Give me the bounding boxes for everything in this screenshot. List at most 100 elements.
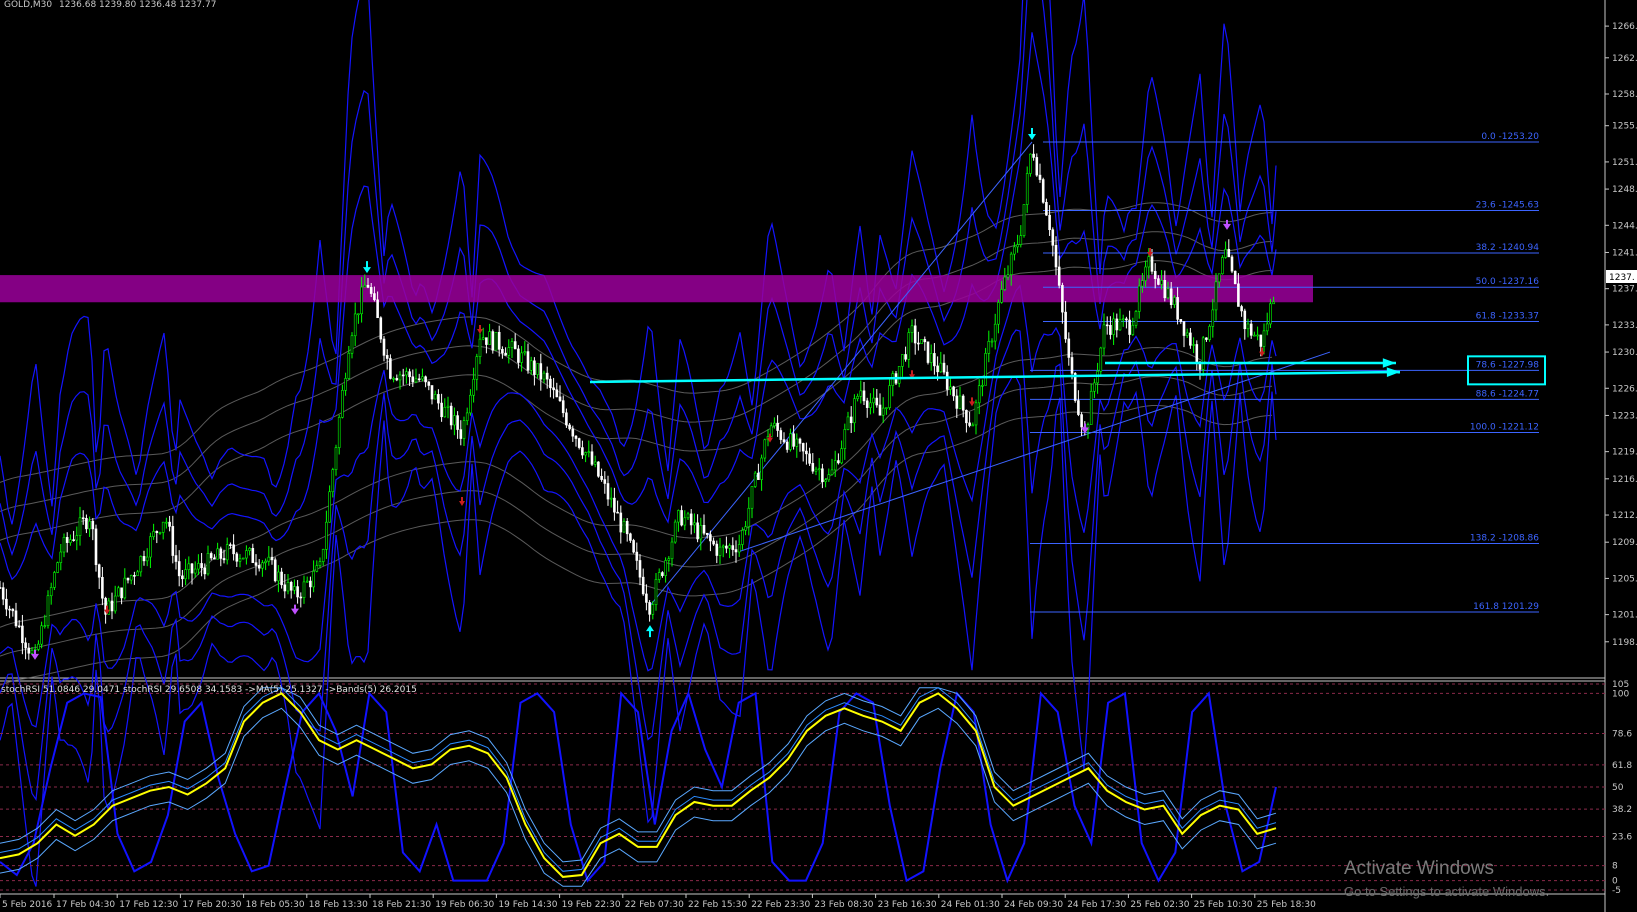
candle-body bbox=[1147, 256, 1151, 268]
candle-body bbox=[971, 424, 975, 427]
candle-body bbox=[62, 537, 66, 553]
candle-body bbox=[645, 593, 648, 603]
price-tick-label: 1255. bbox=[1612, 122, 1637, 132]
candle-body bbox=[997, 302, 1000, 325]
candle-body bbox=[1041, 179, 1045, 203]
candle-body bbox=[1013, 246, 1016, 255]
candle-body bbox=[910, 325, 914, 333]
candle-body bbox=[632, 540, 635, 553]
candle-body bbox=[24, 642, 27, 649]
candle-body bbox=[200, 563, 203, 569]
candle-body bbox=[424, 376, 427, 383]
price-tick-label: 1251. bbox=[1612, 158, 1637, 168]
candle-body bbox=[568, 424, 571, 430]
candle-body bbox=[427, 381, 431, 386]
candle-body bbox=[1096, 370, 1099, 384]
candle-body bbox=[1048, 214, 1051, 231]
candle-body bbox=[939, 362, 943, 373]
time-tick-label: 19 Feb 14:30 bbox=[498, 900, 557, 910]
candle-body bbox=[165, 521, 168, 524]
candle-body bbox=[792, 433, 795, 447]
candle-body bbox=[1032, 153, 1035, 158]
candle-body bbox=[734, 549, 738, 553]
time-tick-label: 23 Feb 16:30 bbox=[878, 900, 937, 910]
candle-body bbox=[542, 372, 546, 380]
candle-body bbox=[123, 577, 127, 599]
candle-body bbox=[251, 548, 255, 563]
time-tick-label: 24 Feb 01:30 bbox=[941, 900, 1000, 910]
candle-body bbox=[481, 337, 485, 340]
candle-body bbox=[1045, 202, 1048, 216]
price-chart[interactable]: 0.0 -1253.20 23.6 -1245.63 38.2 -1240.94 50… bbox=[0, 0, 1637, 912]
candle-body bbox=[517, 348, 520, 363]
candle-body bbox=[683, 517, 687, 526]
candle-body bbox=[456, 415, 459, 430]
fractal-arrows bbox=[31, 128, 1265, 660]
candle-body bbox=[961, 395, 965, 411]
gray-envelope-bands bbox=[0, 202, 1273, 686]
candle-body bbox=[501, 349, 504, 354]
candle-body bbox=[97, 564, 101, 578]
candle-body bbox=[603, 479, 607, 484]
fib-level-label: 138.2 -1208.86 bbox=[1470, 533, 1539, 543]
candle-body bbox=[689, 513, 693, 526]
candle-body bbox=[648, 602, 651, 615]
candle-body bbox=[555, 389, 559, 398]
candle-body bbox=[465, 412, 469, 421]
candle-body bbox=[497, 331, 501, 350]
candle-body bbox=[664, 560, 667, 576]
candle-body bbox=[581, 447, 584, 456]
price-tick-label: 1209. bbox=[1612, 538, 1637, 548]
candle-body bbox=[942, 362, 946, 373]
price-tick-label: 1258. bbox=[1612, 90, 1637, 100]
candle-body bbox=[430, 385, 434, 400]
candle-body bbox=[805, 450, 808, 455]
candle-body bbox=[808, 453, 811, 464]
candle-body bbox=[289, 581, 293, 591]
candle-body bbox=[181, 575, 184, 580]
candle-body bbox=[373, 293, 376, 301]
candle-body bbox=[385, 355, 389, 359]
candle-body bbox=[670, 541, 674, 560]
candle-body bbox=[709, 534, 712, 542]
candle-body bbox=[917, 342, 920, 345]
candle-body bbox=[718, 546, 722, 556]
blue-band-line bbox=[0, 32, 1277, 581]
candle-body bbox=[315, 565, 319, 572]
candle-body bbox=[1054, 244, 1058, 268]
candle-body bbox=[65, 537, 69, 543]
candle-body bbox=[785, 441, 789, 450]
candle-body bbox=[1, 587, 5, 600]
candle-body bbox=[929, 353, 933, 363]
candle-body bbox=[14, 610, 18, 627]
candle-body bbox=[347, 352, 351, 379]
candle-body bbox=[321, 549, 325, 562]
candle-body bbox=[597, 461, 600, 477]
candle-body bbox=[814, 468, 818, 472]
candle-body bbox=[539, 363, 543, 380]
candle-body bbox=[453, 415, 456, 426]
candle-body bbox=[21, 625, 24, 644]
candle-body bbox=[277, 571, 280, 582]
candle-body bbox=[152, 531, 155, 538]
candle-body bbox=[219, 548, 223, 559]
candle-body bbox=[1259, 334, 1263, 347]
candle-body bbox=[309, 580, 312, 588]
time-tick-label: 17 Feb 12:30 bbox=[119, 900, 178, 910]
candle-body bbox=[1233, 270, 1237, 285]
candle-body bbox=[1112, 318, 1115, 335]
candle-body bbox=[1221, 257, 1224, 275]
fractal-arrow-cyan bbox=[1028, 128, 1036, 140]
fib-level-label: 100.0 -1221.12 bbox=[1470, 422, 1539, 432]
candle-body bbox=[654, 579, 658, 605]
candle-body bbox=[549, 378, 552, 389]
candle-body bbox=[952, 386, 955, 397]
price-tick-label: 1248. bbox=[1612, 185, 1637, 195]
candle-body bbox=[392, 378, 395, 380]
candle-body bbox=[158, 532, 162, 534]
price-tick-label: 1205. bbox=[1612, 574, 1637, 584]
candle-body bbox=[590, 451, 594, 465]
price-tick-label: 1244. bbox=[1612, 221, 1637, 231]
candle-body bbox=[897, 366, 901, 384]
candle-body bbox=[821, 468, 824, 483]
